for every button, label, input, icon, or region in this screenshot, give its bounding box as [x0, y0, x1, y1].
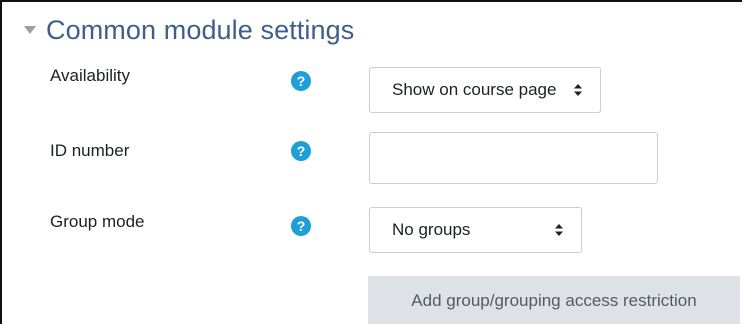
add-group-restriction-button[interactable]: Add group/grouping access restriction	[368, 276, 740, 324]
availability-help-icon[interactable]: ?	[291, 71, 311, 91]
group-mode-help-icon[interactable]: ?	[291, 216, 311, 236]
availability-label: Availability	[50, 66, 131, 85]
id-number-label: ID number	[50, 141, 130, 160]
settings-panel-frame: Common module settings Availability ? Sh…	[0, 0, 742, 324]
section-title: Common module settings	[46, 14, 355, 45]
availability-select-value: Show on course page	[392, 80, 557, 99]
availability-select[interactable]: Show on course page	[369, 67, 601, 113]
group-mode-select-value: No groups	[392, 220, 471, 239]
id-number-help-icon[interactable]: ?	[291, 141, 311, 161]
collapse-triangle-icon[interactable]	[22, 22, 38, 38]
section-header-common-module-settings[interactable]: Common module settings	[22, 10, 354, 50]
group-mode-select[interactable]: No groups	[369, 207, 582, 253]
select-updown-arrow-icon	[553, 222, 565, 238]
select-updown-arrow-icon	[572, 82, 584, 98]
id-number-input[interactable]	[369, 132, 658, 184]
group-mode-label: Group mode	[50, 212, 145, 231]
